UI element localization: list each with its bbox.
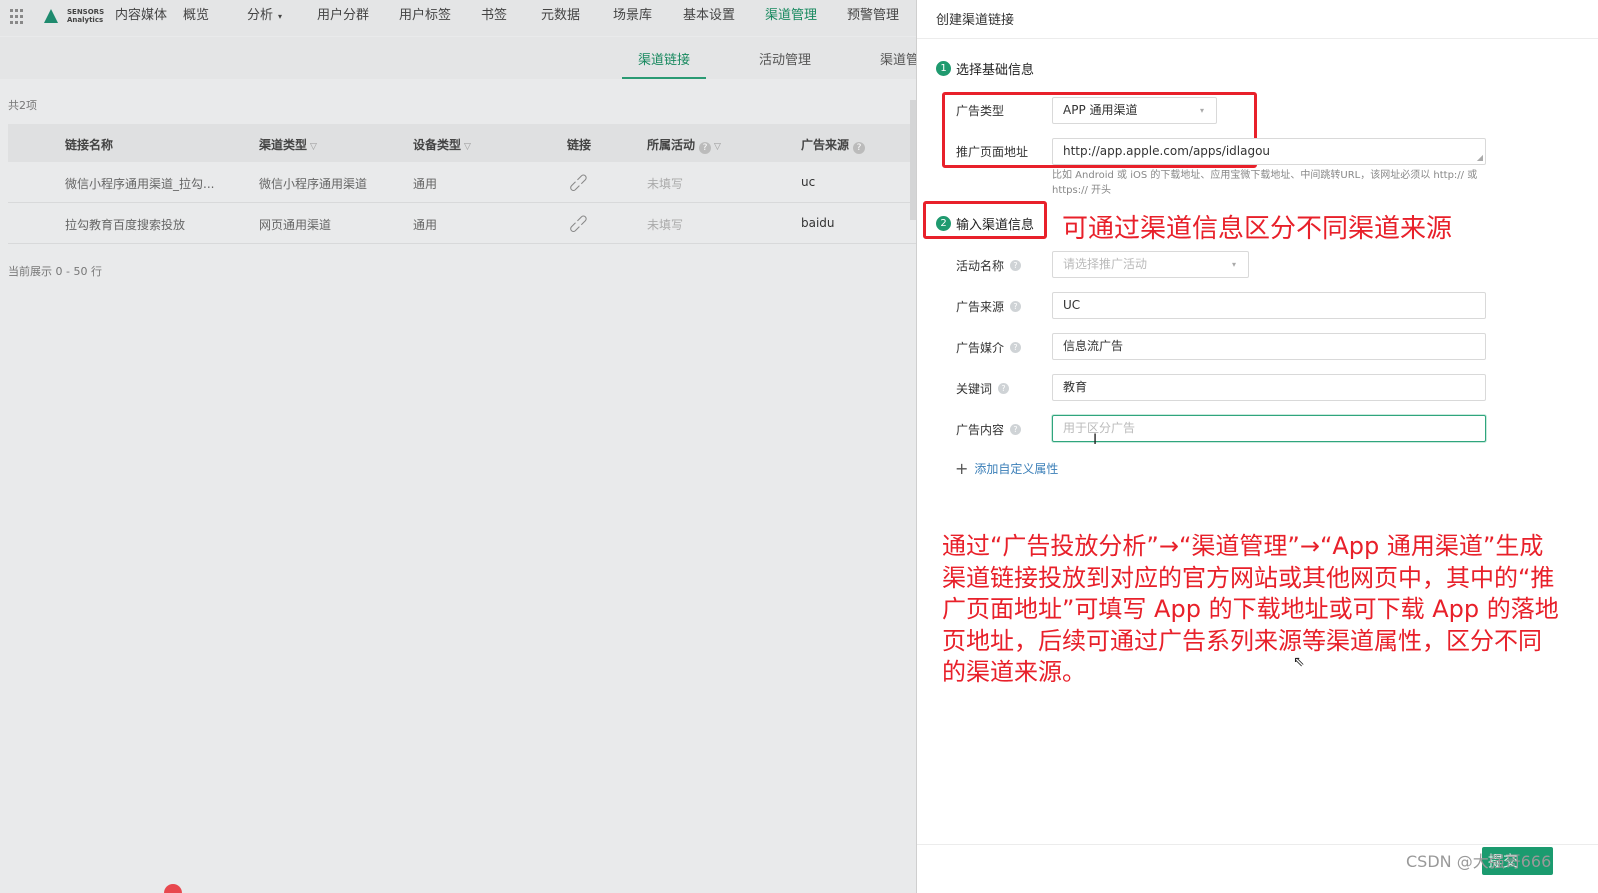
table-row[interactable]: 微信小程序通用渠道_拉勾... 微信小程序通用渠道 通用 ⊂⊃ 未填写 uc [8,162,934,203]
nav-item-channel-management[interactable]: 渠道管理 [765,0,847,36]
filter-icon[interactable]: ▽ [714,142,721,152]
promo-url-hint: 比如 Android 或 iOS 的下载地址、应用宝微下载地址、中间跳转URL，… [1052,170,1478,196]
ad-medium-input[interactable]: 信息流广告 [1052,333,1486,360]
step-number-badge: 1 [936,61,951,76]
ad-type-select[interactable]: APP 通用渠道 ▾ [1052,97,1217,124]
step-number-badge: 2 [936,216,951,231]
annotation-text: 通过“广告投放分析”→“渠道管理”→“App 通用渠道”生成渠道链接投放到对应的… [942,532,1559,686]
tab-channel-more[interactable]: 渠道管 [880,49,919,68]
nav-item-user-segments[interactable]: 用户分群 [317,0,399,36]
top-navbar: SENSORS Analytics 内容媒体 概览 分析 ▾ 用户分群 用户标签 … [0,0,934,36]
cell-device-type: 通用 [413,218,438,232]
active-tab-indicator [622,77,706,79]
keyword-label: 关键词? [956,380,1010,397]
apps-grid-icon[interactable] [10,9,26,25]
item-count: 共2项 [8,99,37,112]
nav-item-analysis[interactable]: 分析 ▾ [247,0,317,36]
chevron-down-icon: ▾ [1199,106,1204,115]
link-icon[interactable]: ⊂⊃ [565,169,593,197]
help-icon[interactable]: ? [1010,342,1022,353]
nav-item-metadata[interactable]: 元数据 [541,0,613,36]
cell-ad-source: baidu [801,216,835,230]
cell-channel-type: 网页通用渠道 [259,218,332,232]
logo-line1: SENSORS [67,8,105,16]
col-header-ad-source: 广告来源? [801,136,866,154]
record-indicator [164,884,182,893]
cell-channel-type: 微信小程序通用渠道 [259,177,368,191]
ad-content-label: 广告内容? [956,421,1022,438]
mouse-pointer-icon: ⇖ [1293,654,1305,670]
promo-url-label: 推广页面地址 [956,145,1029,159]
cell-device-type: 通用 [413,177,438,191]
section-title: 选择基础信息 [956,63,1035,78]
col-header-link-name: 链接名称 [65,138,114,152]
promo-url-textarea[interactable]: http://app.apple.com/apps/idlagou ◢ [1052,138,1486,165]
help-icon[interactable]: ? [1010,260,1022,271]
cell-activity: 未填写 [647,218,684,232]
nav-item-basic-settings[interactable]: 基本设置 [683,0,765,36]
text-cursor-icon: I [1093,432,1098,448]
chevron-down-icon: ▾ [1231,260,1236,269]
help-icon[interactable]: ? [853,142,866,154]
table-header: 链接名称 渠道类型 ▽ 设备类型 ▽ 链接 所属活动? ▽ 广告来源? [8,124,934,162]
cell-link-name[interactable]: 拉勾教育百度搜索投放 [65,216,185,233]
ad-content-input[interactable]: 用于区分广告 [1052,415,1486,442]
nav-item-overview[interactable]: 概览 [183,0,247,36]
cell-link-name[interactable]: 微信小程序通用渠道_拉勾... [65,175,214,192]
logo-mark-icon [42,7,64,25]
table-row[interactable]: 拉勾教育百度搜索投放 网页通用渠道 通用 ⊂⊃ 未填写 baidu [8,203,934,244]
resize-grip-icon[interactable]: ◢ [1477,154,1483,162]
divider [917,844,1598,845]
plus-icon: + [955,458,969,478]
chevron-down-icon: ▾ [278,12,283,21]
tab-activity-management[interactable]: 活动管理 [759,49,811,68]
cell-activity: 未填写 [647,177,684,191]
main-nav: 内容媒体 概览 分析 ▾ 用户分群 用户标签 书签 元数据 场景库 基本设置 渠道… [115,0,919,36]
add-custom-attribute-button[interactable]: + 添加自定义属性 [955,460,1058,477]
col-header-device-type[interactable]: 设备类型 ▽ [413,136,471,153]
help-icon[interactable]: ? [1010,301,1022,312]
drawer-title: 创建渠道链接 [936,13,1015,28]
nav-item-bookmarks[interactable]: 书签 [481,0,541,36]
channel-links-table: 链接名称 渠道类型 ▽ 设备类型 ▽ 链接 所属活动? ▽ 广告来源? 微信小程序通用… [8,124,934,244]
activity-name-select[interactable]: 请选择推广活动 ▾ [1052,251,1249,278]
annotation-text: 可通过渠道信息区分不同渠道来源 [1062,214,1453,244]
pagination-info: 当前展示 0 - 50 行 [8,265,102,278]
keyword-input[interactable]: 教育 [1052,374,1486,401]
section-channel-info: 2 输入渠道信息 [936,214,1034,233]
help-icon[interactable]: ? [699,142,712,154]
main-app-overlay: SENSORS Analytics 内容媒体 概览 分析 ▾ 用户分群 用户标签 … [0,0,934,893]
filter-icon[interactable]: ▽ [464,142,471,152]
activity-name-label: 活动名称? [956,257,1022,274]
col-header-activity[interactable]: 所属活动? ▽ [647,136,721,154]
help-icon[interactable]: ? [998,383,1010,394]
link-icon[interactable]: ⊂⊃ [565,210,593,238]
sensors-analytics-logo[interactable]: SENSORS Analytics [42,7,104,25]
section-basic-info: 1 选择基础信息 [936,59,1034,78]
cell-ad-source: uc [801,175,816,189]
nav-item-user-tags[interactable]: 用户标签 [399,0,481,36]
nav-item-scene-library[interactable]: 场景库 [613,0,683,36]
sub-tabs: 渠道链接 活动管理 渠道管 [0,37,934,79]
col-header-channel-type[interactable]: 渠道类型 ▽ [259,136,317,153]
logo-line2: Analytics [67,16,104,24]
ad-medium-label: 广告媒介? [956,339,1022,356]
col-header-link: 链接 [567,138,592,152]
help-icon[interactable]: ? [1010,424,1022,435]
nav-item-alert-management[interactable]: 预警管理 [847,0,919,36]
watermark: CSDN @大强哥666 [1406,852,1552,871]
ad-type-label: 广告类型 [956,104,1005,118]
section-title: 输入渠道信息 [956,218,1035,233]
filter-icon[interactable]: ▽ [310,142,317,152]
tab-channel-links[interactable]: 渠道链接 [638,49,690,68]
create-channel-link-drawer: 创建渠道链接 1 选择基础信息 广告类型 APP 通用渠道 ▾ 推广页面地址 h… [916,0,1598,893]
ad-source-label: 广告来源? [956,298,1022,315]
nav-item-content-media[interactable]: 内容媒体 [115,0,183,36]
divider [917,38,1598,39]
ad-source-input[interactable]: UC [1052,292,1486,319]
